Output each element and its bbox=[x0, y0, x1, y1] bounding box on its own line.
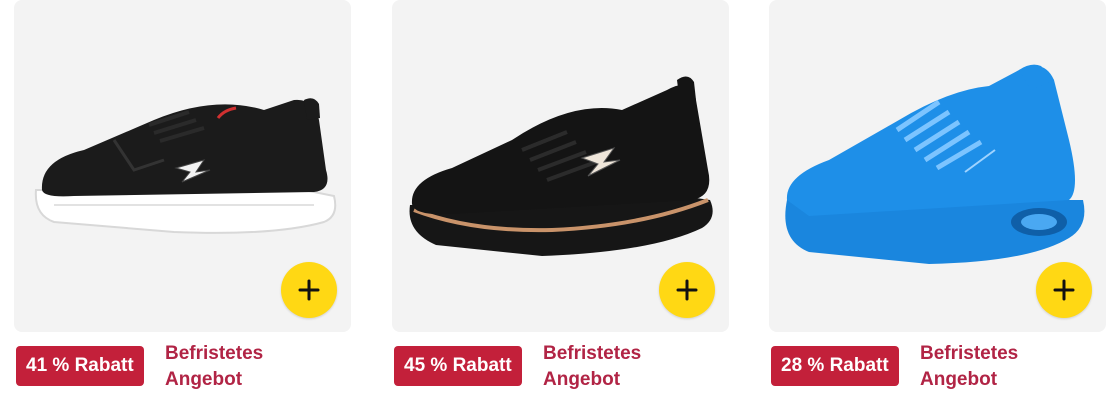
deal-line-1: Befristetes bbox=[920, 343, 1019, 364]
plus-icon bbox=[676, 279, 698, 301]
deal-line-2: Angebot bbox=[165, 369, 243, 390]
product-card[interactable]: 41 % Rabatt Befristetes Angebot bbox=[14, 0, 351, 400]
deal-line-1: Befristetes bbox=[165, 343, 264, 364]
discount-badge: 28 % Rabatt bbox=[771, 346, 899, 386]
product-image[interactable] bbox=[392, 0, 729, 332]
product-card[interactable]: 28 % Rabatt Befristetes Angebot bbox=[769, 0, 1106, 400]
limited-deal-label[interactable]: Befristetes Angebot bbox=[920, 341, 1090, 393]
plus-icon bbox=[1053, 279, 1075, 301]
limited-deal-label[interactable]: Befristetes Angebot bbox=[543, 341, 713, 393]
product-image[interactable] bbox=[14, 0, 351, 332]
product-card[interactable]: 45 % Rabatt Befristetes Angebot bbox=[392, 0, 729, 400]
deal-line-2: Angebot bbox=[920, 369, 998, 390]
limited-deal-label[interactable]: Befristetes Angebot bbox=[165, 341, 335, 393]
add-to-cart-button[interactable] bbox=[659, 262, 715, 318]
add-to-cart-button[interactable] bbox=[1036, 262, 1092, 318]
discount-badge: 45 % Rabatt bbox=[394, 346, 522, 386]
deal-line-1: Befristetes bbox=[543, 343, 642, 364]
plus-icon bbox=[298, 279, 320, 301]
product-image[interactable] bbox=[769, 0, 1106, 332]
add-to-cart-button[interactable] bbox=[281, 262, 337, 318]
deal-line-2: Angebot bbox=[543, 369, 621, 390]
discount-badge: 41 % Rabatt bbox=[16, 346, 144, 386]
